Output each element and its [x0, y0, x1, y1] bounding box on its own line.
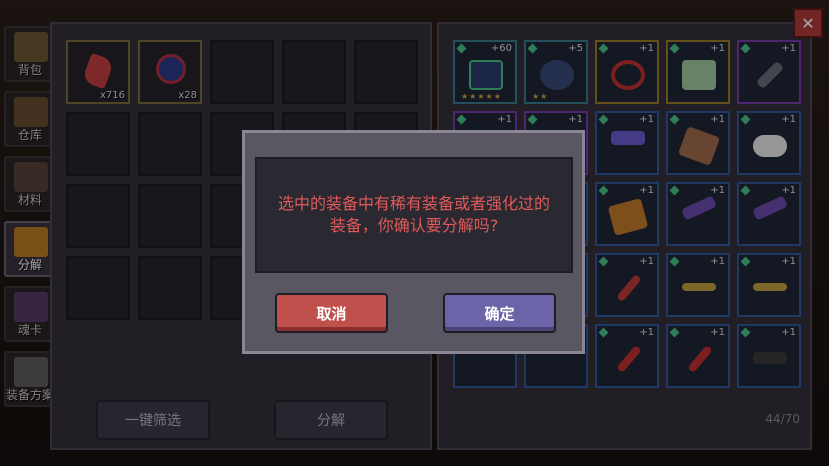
confirm-button[interactable]: 确定	[443, 293, 556, 333]
cancel-button[interactable]: 取消	[275, 293, 388, 333]
dialog-message: 选中的装备中有稀有装备或者强化过的 装备，你确认要分解吗?	[277, 194, 550, 235]
dialog-message-box: 选中的装备中有稀有装备或者强化过的 装备，你确认要分解吗?	[255, 157, 573, 273]
confirm-dialog: 选中的装备中有稀有装备或者强化过的 装备，你确认要分解吗? 取消 确定	[242, 130, 585, 354]
